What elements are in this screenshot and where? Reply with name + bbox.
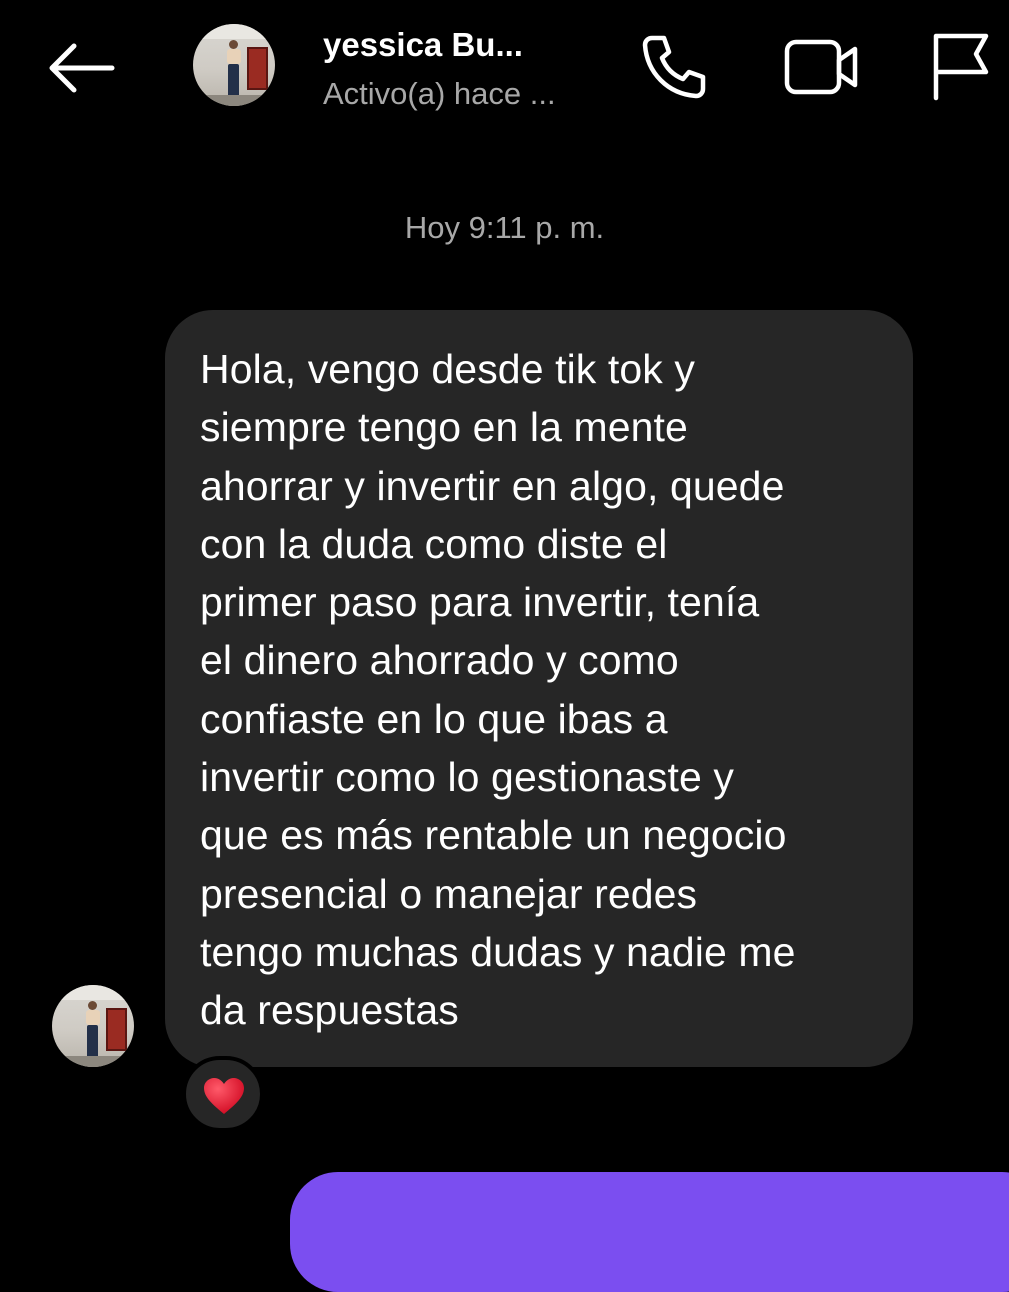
chat-header: yessica Bu... Activo(a) hace ... bbox=[0, 0, 1009, 140]
contact-name[interactable]: yessica Bu... bbox=[323, 26, 523, 64]
message-timestamp: Hoy 9:11 p. m. bbox=[404, 210, 605, 245]
video-camera-icon bbox=[784, 39, 858, 95]
outgoing-message-bubble[interactable] bbox=[290, 1172, 1009, 1292]
contact-avatar[interactable] bbox=[193, 24, 275, 106]
call-button[interactable] bbox=[638, 32, 710, 102]
back-button[interactable] bbox=[42, 36, 122, 100]
heart-reaction-icon bbox=[204, 1078, 244, 1114]
report-button[interactable] bbox=[928, 30, 992, 102]
sender-avatar[interactable] bbox=[52, 985, 134, 1067]
message-reaction[interactable] bbox=[182, 1056, 264, 1132]
phone-icon bbox=[642, 35, 706, 99]
flag-icon bbox=[933, 33, 989, 101]
back-arrow-icon bbox=[49, 43, 115, 93]
incoming-message-bubble[interactable]: Hola, vengo desde tik tok y siempre teng… bbox=[165, 310, 913, 1067]
message-text: Hola, vengo desde tik tok y siempre teng… bbox=[200, 346, 796, 1034]
video-call-button[interactable] bbox=[782, 36, 862, 98]
contact-status: Activo(a) hace ... bbox=[323, 76, 556, 111]
